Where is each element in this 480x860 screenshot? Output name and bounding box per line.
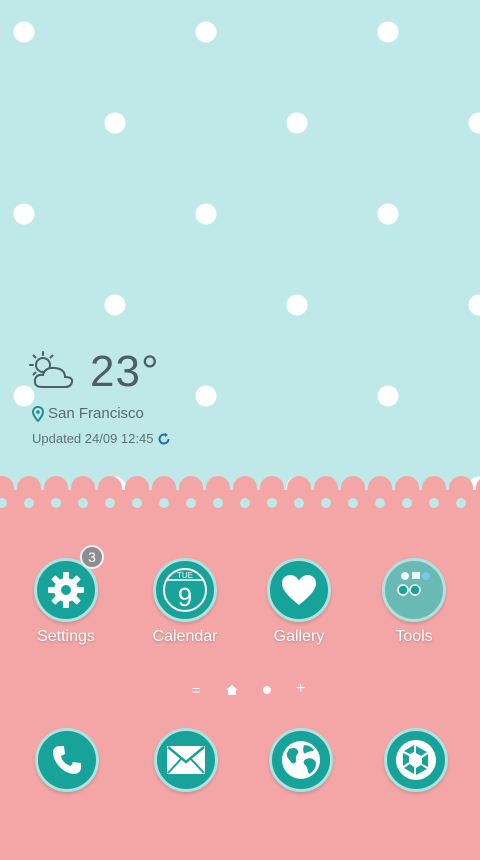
partly-cloudy-icon	[29, 351, 74, 388]
pink-wallpaper	[0, 490, 480, 860]
scallop-dot	[71, 476, 95, 500]
scallop-hole	[267, 498, 277, 508]
dock-camera[interactable]	[381, 728, 451, 798]
dock-browser[interactable]	[266, 728, 336, 798]
scallop-hole	[240, 498, 250, 508]
app-tools[interactable]: Tools	[359, 558, 469, 646]
calendar-date: 9	[178, 582, 192, 612]
heart-icon	[282, 575, 316, 605]
scallop-hole	[294, 498, 304, 508]
app-gallery[interactable]: Gallery	[244, 558, 354, 646]
home-page-icon[interactable]	[226, 685, 238, 695]
updated-text: Updated 24/09 12:45	[32, 431, 154, 446]
mail-icon-circle	[154, 728, 218, 792]
scallop-dot	[44, 476, 68, 500]
app-label: Settings	[37, 628, 95, 645]
scallop-hole	[78, 498, 88, 508]
temperature-text: 23°	[90, 347, 160, 396]
scallop-border	[0, 476, 480, 518]
notification-badge: 3	[80, 545, 104, 569]
scallop-hole	[51, 498, 61, 508]
scallop-dot	[17, 476, 41, 500]
scallop-dot	[260, 476, 284, 500]
scallop-hole	[348, 498, 358, 508]
calendar-icon-circle: TUE 9	[153, 558, 217, 622]
app-calendar[interactable]: TUE 9 Calendar	[130, 558, 240, 646]
scallop-dot	[125, 476, 149, 500]
scallop-dot	[395, 476, 419, 500]
scallop-hole	[0, 498, 7, 508]
weather-widget[interactable]: 23° San Francisco Updated 24/09 12:45	[28, 345, 278, 455]
add-page-icon[interactable]: +	[296, 680, 305, 698]
calendar-icon: TUE 9	[163, 568, 207, 612]
scallop-dot	[476, 476, 480, 500]
updated-row: Updated 24/09 12:45	[32, 431, 171, 446]
scallop-dot	[206, 476, 230, 500]
scallop-hole	[105, 498, 115, 508]
camera-shutter-icon	[396, 740, 436, 780]
app-settings[interactable]: Settings	[11, 558, 121, 646]
camera-icon-circle	[384, 728, 448, 792]
scallop-dot	[314, 476, 338, 500]
home-screen: 23° San Francisco Updated 24/09 12:45 Se…	[0, 0, 480, 860]
gallery-icon-circle	[267, 558, 331, 622]
tools-folder-circle	[382, 558, 446, 622]
dock-phone[interactable]	[32, 728, 102, 798]
browser-icon-circle	[269, 728, 333, 792]
mail-icon	[167, 746, 205, 774]
scallop-dot	[341, 476, 365, 500]
app-label: Gallery	[273, 628, 325, 645]
globe-icon	[282, 741, 320, 779]
location-pin-icon	[32, 405, 44, 422]
page-dot[interactable]	[262, 685, 272, 695]
scallop-hole	[24, 498, 34, 508]
scallop-hole	[402, 498, 412, 508]
scallop-hole	[321, 498, 331, 508]
scallop-dot	[287, 476, 311, 500]
scallop-dot	[98, 476, 122, 500]
location-row: San Francisco	[32, 405, 144, 422]
scallop-dot	[422, 476, 446, 500]
scallop-dot	[233, 476, 257, 500]
scallop-dot	[449, 476, 473, 500]
scallop-hole	[186, 498, 196, 508]
scallop-hole	[159, 498, 169, 508]
page-indicator[interactable]: = +	[190, 680, 320, 700]
refresh-icon[interactable]	[157, 432, 171, 446]
scallop-hole	[213, 498, 223, 508]
scallop-dot	[179, 476, 203, 500]
page-indicator-menu[interactable]: =	[192, 682, 200, 698]
scallop-dot	[0, 476, 14, 500]
location-text: San Francisco	[48, 405, 144, 422]
phone-icon-circle	[35, 728, 99, 792]
app-label: Calendar	[152, 628, 218, 645]
phone-icon	[53, 746, 81, 774]
calendar-day-label: TUE	[177, 571, 193, 580]
tools-folder-icon	[397, 572, 430, 596]
app-label: Tools	[395, 628, 433, 645]
scallop-hole	[132, 498, 142, 508]
scallop-hole	[429, 498, 439, 508]
gear-icon	[48, 572, 84, 608]
scallop-hole	[375, 498, 385, 508]
scallop-dot	[368, 476, 392, 500]
dock-mail[interactable]	[151, 728, 221, 798]
scallop-hole	[456, 498, 466, 508]
scallop-dot	[152, 476, 176, 500]
